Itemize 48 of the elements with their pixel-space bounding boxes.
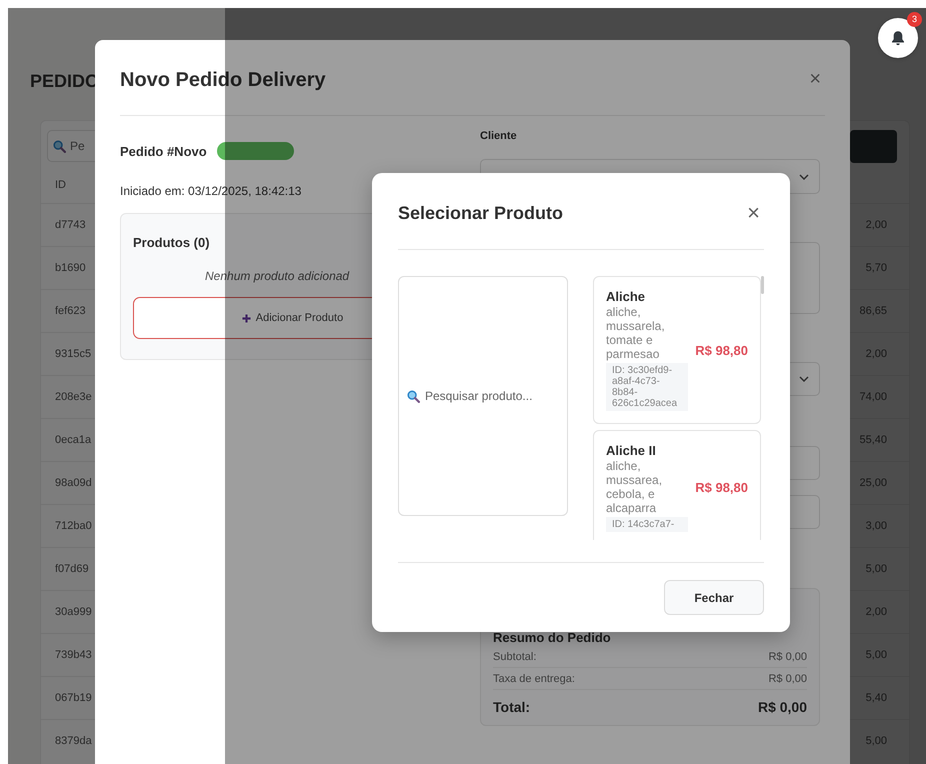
close-dialog-button[interactable]: Fechar (664, 580, 764, 615)
summary-title: Resumo do Pedido (493, 629, 612, 646)
product-price: R$ 98,80 (695, 342, 748, 358)
table-cell: 739b43 (55, 649, 92, 661)
modal-title: Selecionar Produto (398, 202, 564, 224)
products-heading: Produtos (0) (133, 234, 211, 252)
order-start-time: Iniciado em: 03/12/2025, 18:42:13 (120, 183, 302, 200)
scrollbar[interactable] (761, 276, 764, 294)
order-label: Pedido #Novo (120, 144, 207, 158)
product-description: aliche, mussarela, tomate e parmesao (606, 305, 666, 361)
table-cell: 9315c5 (55, 348, 92, 360)
table-cell: 30a999 (55, 606, 92, 618)
table-cell: f07d69 (55, 563, 89, 575)
close-button[interactable]: × (743, 202, 764, 224)
table-cell: d7743 (55, 219, 86, 231)
search-icon (53, 140, 66, 153)
search-icon (407, 390, 420, 403)
product-card[interactable]: Aliche II aliche, mussarea, cebola, e alcaparra ID: 14c3c7a7- R$ 98,80 (593, 430, 761, 540)
table-cell: 712ba0 (55, 520, 92, 532)
product-id: ID: 14c3c7a7- (606, 517, 688, 532)
product-name: Aliche (606, 289, 646, 305)
column-header: ID (55, 179, 66, 191)
summary-value: R$ 0,00 (758, 699, 807, 715)
product-card[interactable]: Aliche aliche, mussarela, tomate e parmesao ID: 3c30efd9-a8af-4c73-8b84-626c1c29acea R$ 98,80 (593, 276, 761, 424)
header-button[interactable] (850, 130, 897, 162)
table-cell: 98a09d (55, 477, 92, 489)
chevron-down-icon (799, 376, 809, 382)
table-cell: 067b19 (55, 692, 92, 704)
plus-icon (242, 314, 251, 322)
summary-value: R$ 0,00 (768, 672, 807, 684)
search-field[interactable]: Pesquisar produto... (398, 276, 568, 516)
table-cell: b1690 (55, 262, 86, 274)
summary-value: R$ 0,00 (768, 650, 807, 662)
product-price: R$ 98,80 (695, 480, 748, 495)
field-label: Cliente (480, 129, 518, 144)
table-cell: 208e3e (55, 391, 92, 403)
summary-label: Subtotal: (493, 650, 536, 662)
table-cell: 8379da (55, 735, 92, 747)
table-cell: fef623 (55, 305, 86, 317)
summary-label: Taxa de entrega: (493, 672, 575, 684)
product-name: Aliche II (606, 443, 657, 459)
product-id: ID: 3c30efd9-a8af-4c73-8b84-626c1c29acea (606, 363, 688, 411)
chevron-down-icon (799, 174, 809, 180)
summary-label: Total: (493, 699, 530, 715)
product-description: aliche, mussarea, cebola, e alcaparra (606, 459, 664, 515)
bell-icon (891, 30, 905, 46)
table-cell: 0eca1a (55, 434, 92, 446)
modal-title: Novo Pedido Delivery (120, 68, 326, 92)
